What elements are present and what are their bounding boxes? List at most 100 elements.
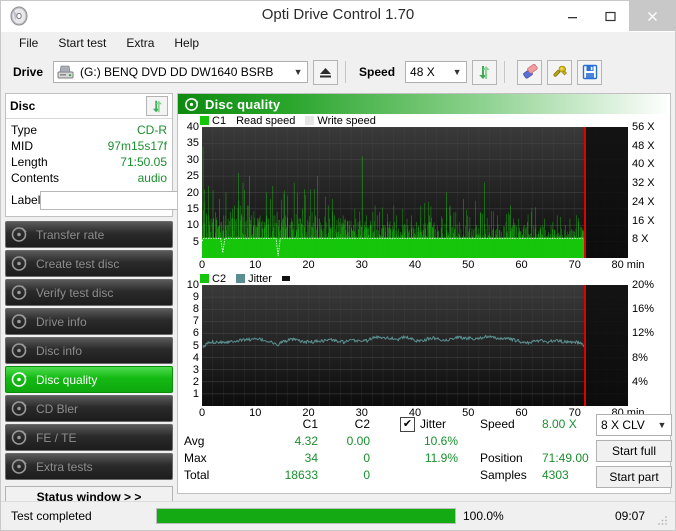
sidebar-item-label: Drive info: [36, 314, 87, 329]
y2-tick-label: 8 X: [632, 233, 649, 246]
disc-refresh-button[interactable]: [146, 96, 168, 116]
disc-row-length: Length 71:50.05: [11, 154, 167, 170]
x-tick-label: 70: [568, 259, 581, 271]
erase-button[interactable]: [517, 59, 543, 85]
c1-legend: C1 Read speed Write speed: [178, 114, 670, 127]
disc-info-panel: Disc Type CD-R MID 97m15s17f Length 71:5…: [5, 93, 247, 217]
y-tick-label: 4: [192, 351, 199, 364]
menu-extra[interactable]: Extra: [116, 34, 164, 52]
y-tick-label: 10: [186, 219, 199, 232]
disc-icon: [10, 458, 30, 476]
samples-stat-value: 4303: [542, 468, 569, 482]
content-area: Disc Type CD-R MID 97m15s17f Length 71:5…: [5, 93, 672, 508]
disc-icon: [10, 284, 30, 302]
save-button[interactable]: [577, 59, 603, 85]
x-tick-label: 60: [515, 259, 528, 271]
chevron-down-icon: ▼: [452, 67, 462, 77]
stats-col-c2: C2: [354, 417, 370, 431]
x-tick-label: 20: [302, 259, 315, 271]
y2-tick-label: 20%: [632, 279, 655, 291]
menu-file[interactable]: File: [9, 34, 48, 52]
sidebar-item-label: CD Bler: [36, 401, 79, 416]
legend-c1: C1: [200, 115, 226, 127]
eject-button[interactable]: [313, 59, 339, 85]
menu-help[interactable]: Help: [164, 34, 209, 52]
sidebar-item-label: Disc info: [36, 343, 83, 358]
tools-icon: [553, 65, 567, 77]
stats-row-max-name: Max: [184, 451, 207, 465]
position-stat-value: 71:49.00: [542, 451, 589, 465]
refresh-button[interactable]: [472, 59, 498, 85]
disc-row-value: audio: [137, 171, 167, 185]
y-tick-label: 1: [192, 387, 199, 400]
sidebar-item-extra-tests[interactable]: Extra tests: [5, 453, 173, 480]
sidebar-item-drive-info[interactable]: Drive info: [5, 308, 173, 335]
sidebar-item-transfer-rate[interactable]: Transfer rate: [5, 221, 173, 248]
jitter-checkbox[interactable]: ✔: [400, 416, 415, 432]
drive-select[interactable]: (G:) BENQ DVD DD DW1640 BSRB ▼: [53, 61, 309, 83]
c1-chart: C1 Read speed Write speed 5 10 15 20 25 30 35 4…: [178, 114, 670, 272]
start-part-button[interactable]: Start part: [596, 466, 672, 488]
disc-row-key: MID: [11, 139, 33, 153]
jitter-legend: C2 Jitter: [178, 272, 670, 285]
minimize-button[interactable]: [553, 1, 591, 31]
stats-max-c1: 34: [304, 451, 318, 465]
sidebar-item-disc-quality[interactable]: Disc quality: [5, 366, 173, 393]
y-tick-label: 10: [186, 279, 199, 291]
disc-rows: Type CD-R MID 97m15s17f Length 71:50.05 …: [6, 119, 247, 216]
sidebar-item-disc-info[interactable]: Disc info: [5, 337, 173, 364]
y-tick-label: 5: [192, 339, 199, 352]
app-window: Opti Drive Control 1.70 File Start test …: [0, 0, 676, 531]
panel-header: Disc quality: [178, 94, 670, 114]
disc-icon: [10, 226, 30, 244]
drive-value: (G:) BENQ DVD DD DW1640 BSRB: [80, 65, 274, 79]
jitter-plot-area[interactable]: 1 2 3 4 5 6 7 8 9 10 0 10 20 30 40 50 60 70 80 min 4% 8% 12% 1…: [187, 279, 654, 419]
disc-row-mid: MID 97m15s17f: [11, 138, 167, 154]
y-tick-label: 9: [192, 291, 199, 304]
y-tick-label: 15: [186, 202, 199, 215]
legend-extra-marker: [281, 276, 293, 281]
window-controls: [553, 1, 675, 31]
x-tick-label: 80 min: [611, 259, 645, 271]
maximize-button[interactable]: [591, 1, 629, 31]
y-tick-label: 25: [186, 170, 199, 183]
drive-icon: [57, 65, 74, 80]
status-text: Test completed: [11, 509, 92, 523]
x-tick-label: 10: [249, 259, 262, 271]
panel-title: Disc quality: [205, 96, 281, 112]
eraser-icon: [522, 64, 538, 79]
c1-plot-area[interactable]: 5 10 15 20 25 30 35 40 0 10 20 30 40 50 60 70 80 min 8 X 1…: [187, 121, 655, 271]
position-marker-line: [584, 285, 587, 406]
stats-avg-c1: 4.32: [294, 434, 318, 448]
disc-row-key: Length: [11, 155, 48, 169]
y-tick-label: 7: [192, 315, 199, 328]
sidebar-item-create-test-disc[interactable]: Create test disc: [5, 250, 173, 277]
y2-tick-label: 16%: [632, 303, 655, 316]
menu-start-test[interactable]: Start test: [48, 34, 116, 52]
sidebar-item-fe-te[interactable]: FE / TE: [5, 424, 173, 451]
disc-panel-title: Disc: [10, 99, 36, 113]
save-floppy-icon: [582, 64, 597, 80]
stats-avg-c2: 0.00: [346, 434, 370, 448]
y2-tick-label: 32 X: [632, 177, 655, 190]
refresh-arrows-icon: [152, 100, 162, 112]
start-full-button[interactable]: Start full: [596, 440, 672, 462]
stats-row-total-name: Total: [184, 468, 210, 482]
sidebar-item-cd-bler[interactable]: CD Bler: [5, 395, 173, 422]
sidebar-item-verify-test-disc[interactable]: Verify test disc: [5, 279, 173, 306]
sidebar-item-label: Extra tests: [36, 459, 93, 474]
y-tick-label: 30: [186, 153, 199, 166]
x-tick-label: 40: [408, 259, 422, 271]
position-marker-line: [584, 127, 587, 258]
sidebar-item-label: Transfer rate: [36, 227, 105, 242]
tools-button[interactable]: [547, 59, 573, 85]
disc-icon: [10, 313, 30, 331]
sidebar-item-label: Create test disc: [36, 256, 120, 271]
speed-select[interactable]: 48 X ▼: [405, 61, 468, 83]
elapsed-time: 09:07: [614, 509, 645, 523]
x-tick-label: 0: [198, 259, 206, 271]
close-button[interactable]: [629, 1, 675, 31]
write-mode-select[interactable]: 8 X CLV ▼: [596, 414, 672, 436]
drive-toolbar: Drive (G:) BENQ DVD DD DW1640 BSRB ▼ Spe…: [1, 54, 675, 90]
resize-grip[interactable]: [657, 514, 669, 526]
